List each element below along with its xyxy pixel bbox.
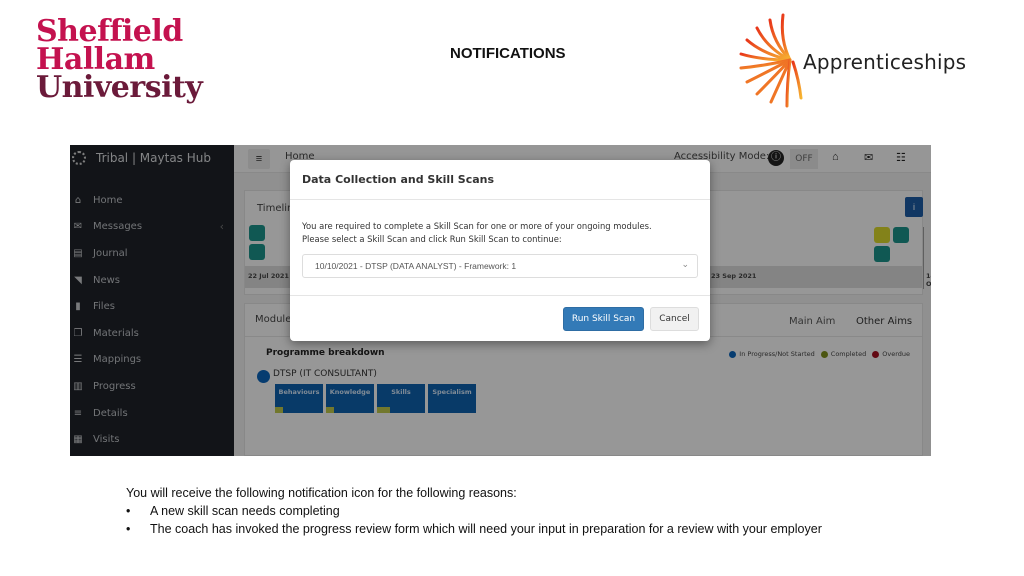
modal-footer: Run Skill Scan Cancel (290, 296, 710, 340)
sunburst-icon (739, 13, 803, 108)
bullet-text: A new skill scan needs completing (150, 504, 340, 518)
sheffield-hallam-logo: Sheffield Hallam University (36, 17, 236, 108)
chevron-down-icon: ⌄ (681, 259, 689, 269)
run-skill-scan-button[interactable]: Run Skill Scan (563, 307, 644, 331)
modal-body: You are required to complete a Skill Sca… (290, 200, 710, 296)
cancel-button[interactable]: Cancel (650, 307, 699, 331)
caption-intro: You will receive the following notificat… (126, 486, 517, 500)
apprenticeships-logo: Apprenticeships (735, 10, 995, 110)
maytas-hub-screenshot: Tribal | Maytas Hub ⌂ Home ✉ Messages ‹ ▤ Jo… (70, 145, 931, 456)
caption-bullet: • The coach has invoked the progress revi… (126, 520, 822, 538)
slide-title: NOTIFICATIONS (450, 45, 566, 62)
modal-title: Data Collection and Skill Scans (290, 160, 710, 200)
select-value: 10/10/2021 - DTSP (DATA ANALYST) - Frame… (315, 261, 517, 271)
modal-text-line-2: Please select a Skill Scan and click Run… (302, 234, 562, 244)
bullet-icon: • (126, 522, 131, 536)
modal-text-line-1: You are required to complete a Skill Sca… (302, 221, 652, 231)
bullet-icon: • (126, 504, 131, 518)
skill-scan-modal: Data Collection and Skill Scans You are … (290, 160, 710, 341)
skill-scan-select[interactable]: 10/10/2021 - DTSP (DATA ANALYST) - Frame… (302, 254, 698, 278)
caption-bullet: • A new skill scan needs completing (126, 502, 822, 520)
logo-line-3: University (36, 70, 203, 105)
caption: You will receive the following notificat… (126, 484, 822, 538)
bullet-text: The coach has invoked the progress revie… (150, 522, 822, 536)
apprenticeships-text: Apprenticeships (803, 50, 967, 74)
